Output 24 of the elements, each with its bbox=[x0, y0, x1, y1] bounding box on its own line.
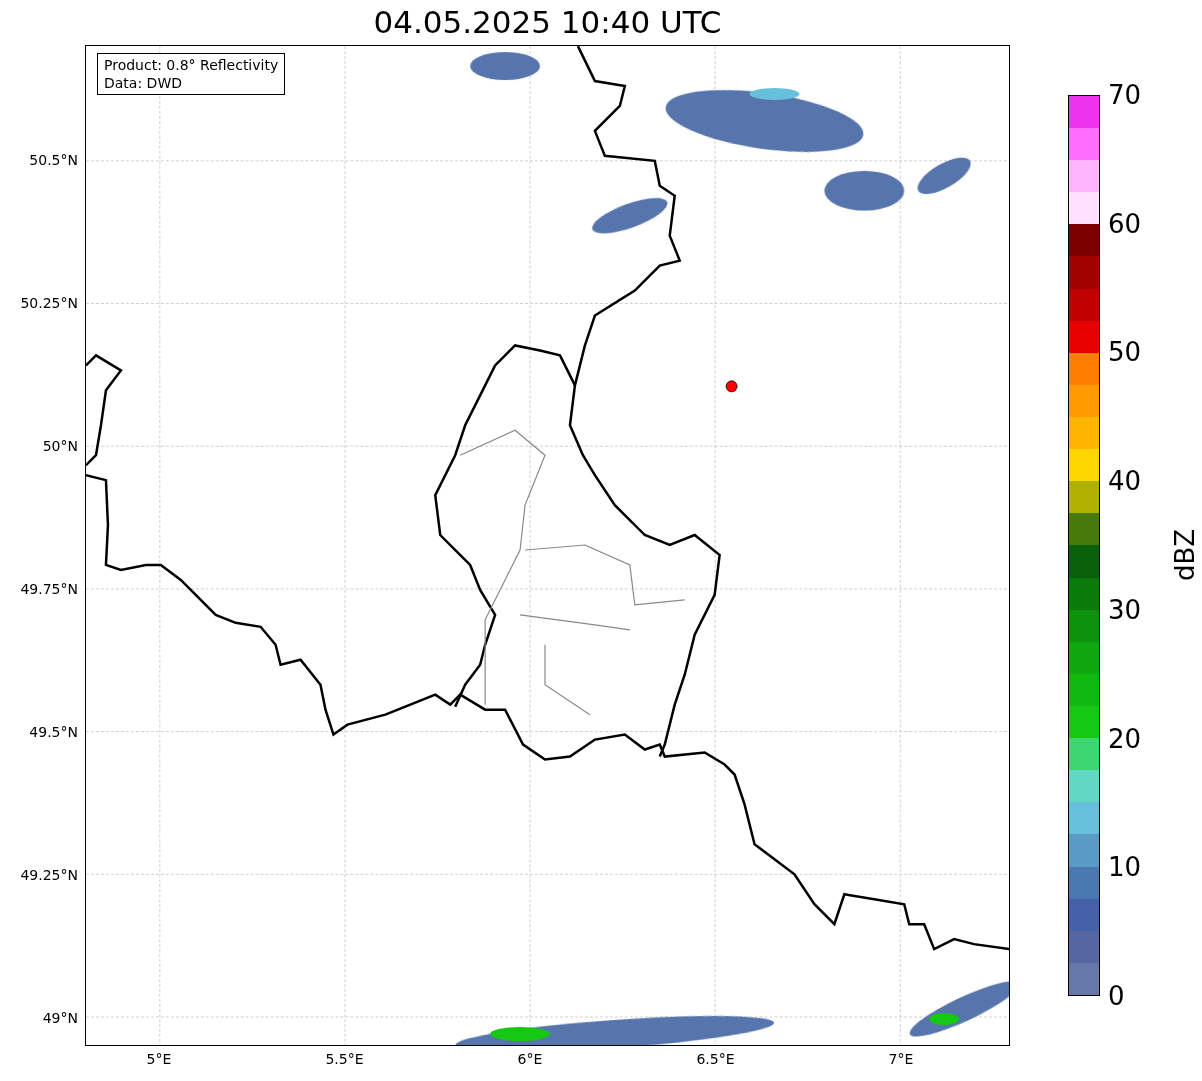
colorbar-tick-label: 30 bbox=[1108, 596, 1142, 623]
colorbar-tick-label: 50 bbox=[1108, 339, 1142, 366]
colorbar-tick-label: 0 bbox=[1108, 983, 1125, 1009]
latitude-label: 49.25°N bbox=[20, 868, 78, 882]
colorbar-tick-label: 60 bbox=[1108, 210, 1142, 237]
latitude-label: 50.25°N bbox=[20, 296, 78, 310]
latitude-label: 50.5°N bbox=[29, 153, 78, 167]
colorbar-tick-label: 70 bbox=[1108, 82, 1142, 108]
longitude-label: 6°E bbox=[517, 1052, 543, 1066]
colorbar-label: dBZ bbox=[1172, 528, 1198, 582]
colorbar-tick-label: 40 bbox=[1108, 468, 1142, 495]
longitude-label: 5.5°E bbox=[325, 1052, 364, 1066]
latitude-label: 49.75°N bbox=[20, 582, 78, 596]
colorbar-tick-label: 10 bbox=[1108, 854, 1142, 881]
longitude-label: 5°E bbox=[146, 1052, 172, 1066]
info-text: Product: 0.8° Reflectivity bbox=[104, 56, 279, 74]
longitude-label: 7°E bbox=[888, 1052, 914, 1066]
colorbar-tick-label: 20 bbox=[1108, 725, 1142, 752]
info-text: Data: DWD bbox=[104, 74, 183, 92]
longitude-label: 6.5°E bbox=[696, 1052, 735, 1066]
chart-title: 04.05.2025 10:40 UTC bbox=[373, 7, 722, 38]
latitude-label: 49°N bbox=[42, 1011, 78, 1025]
latitude-label: 50°N bbox=[42, 439, 78, 453]
latitude-label: 49.5°N bbox=[29, 725, 78, 739]
